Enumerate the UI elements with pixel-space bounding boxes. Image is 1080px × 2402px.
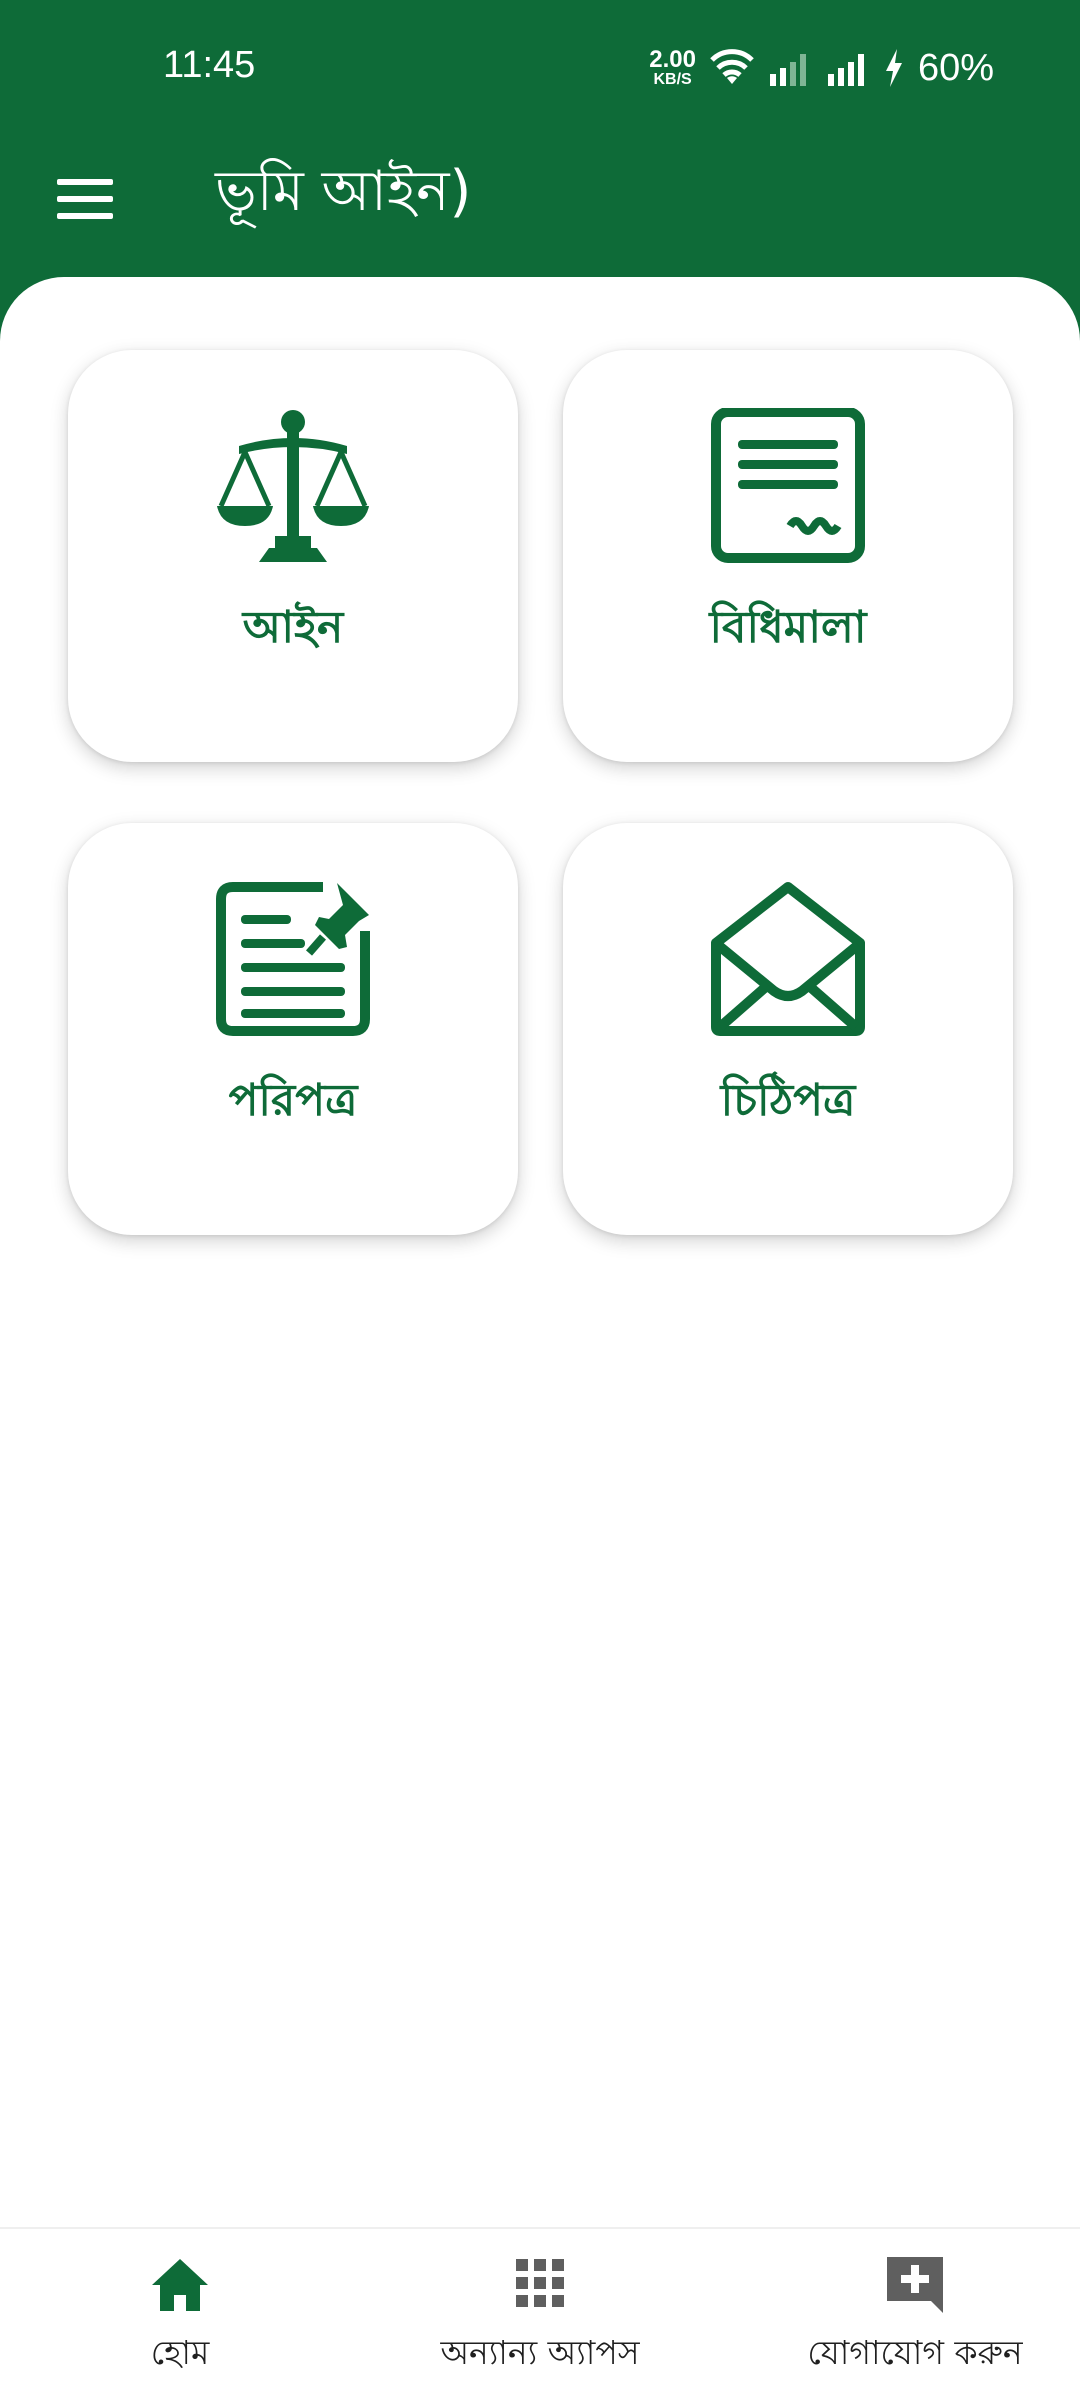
nav-other-apps[interactable]: অন্যান্য অ্যাপস xyxy=(400,2253,680,2383)
card-poripotro[interactable]: পরিপত্র xyxy=(68,823,518,1235)
nav-home[interactable]: হোম xyxy=(120,2253,240,2383)
pinned-document-icon xyxy=(216,882,370,1036)
status-time: 11:45 xyxy=(163,44,256,86)
home-icon xyxy=(152,2259,208,2311)
hamburger-menu-icon xyxy=(57,179,113,219)
network-speed-value: 2.00 xyxy=(649,46,696,73)
battery-level: 60% xyxy=(917,46,994,89)
card-label: চিঠিপত্র xyxy=(720,1075,856,1126)
nav-contact[interactable]: যোগাযোগ করুন xyxy=(760,2253,1070,2383)
card-label: আইন xyxy=(242,602,344,653)
signal-weak-icon xyxy=(769,54,806,86)
network-speed: 2.00 KB/S xyxy=(649,48,696,88)
main-content: আইন বিধিমালা পরিপত্র চিঠিপত্র xyxy=(0,277,1080,2227)
app-bar: ভূমি আইন) xyxy=(0,140,1080,280)
card-chithipotro[interactable]: চিঠিপত্র xyxy=(563,823,1013,1235)
wifi-icon xyxy=(710,49,754,84)
status-bar: 11:45 2.00 KB/S 60% xyxy=(0,0,1080,140)
scales-of-justice-icon xyxy=(217,410,369,562)
card-label: পরিপত্র xyxy=(228,1075,358,1126)
menu-button[interactable] xyxy=(50,164,120,234)
card-bidhimala[interactable]: বিধিমালা xyxy=(563,350,1013,762)
signal-icon xyxy=(827,54,864,86)
apps-grid-icon xyxy=(516,2259,564,2307)
card-ain[interactable]: আইন xyxy=(68,350,518,762)
charging-icon xyxy=(885,49,902,87)
envelope-icon xyxy=(711,882,865,1036)
nav-label: অন্যান্য অ্যাপস xyxy=(440,2333,640,2372)
page-title: ভূমি আইন) xyxy=(215,159,472,224)
nav-label: যোগাযোগ করুন xyxy=(807,2333,1023,2372)
card-label: বিধিমালা xyxy=(709,602,867,653)
nav-label: হোম xyxy=(150,2333,210,2372)
bottom-navigation: হোম অন্যান্য অ্যাপস যোগাযোগ করুন xyxy=(0,2227,1080,2402)
add-comment-icon xyxy=(887,2257,943,2313)
document-icon xyxy=(711,408,865,563)
network-speed-unit: KB/S xyxy=(653,71,692,88)
status-icons: 2.00 KB/S 60% xyxy=(649,40,994,96)
